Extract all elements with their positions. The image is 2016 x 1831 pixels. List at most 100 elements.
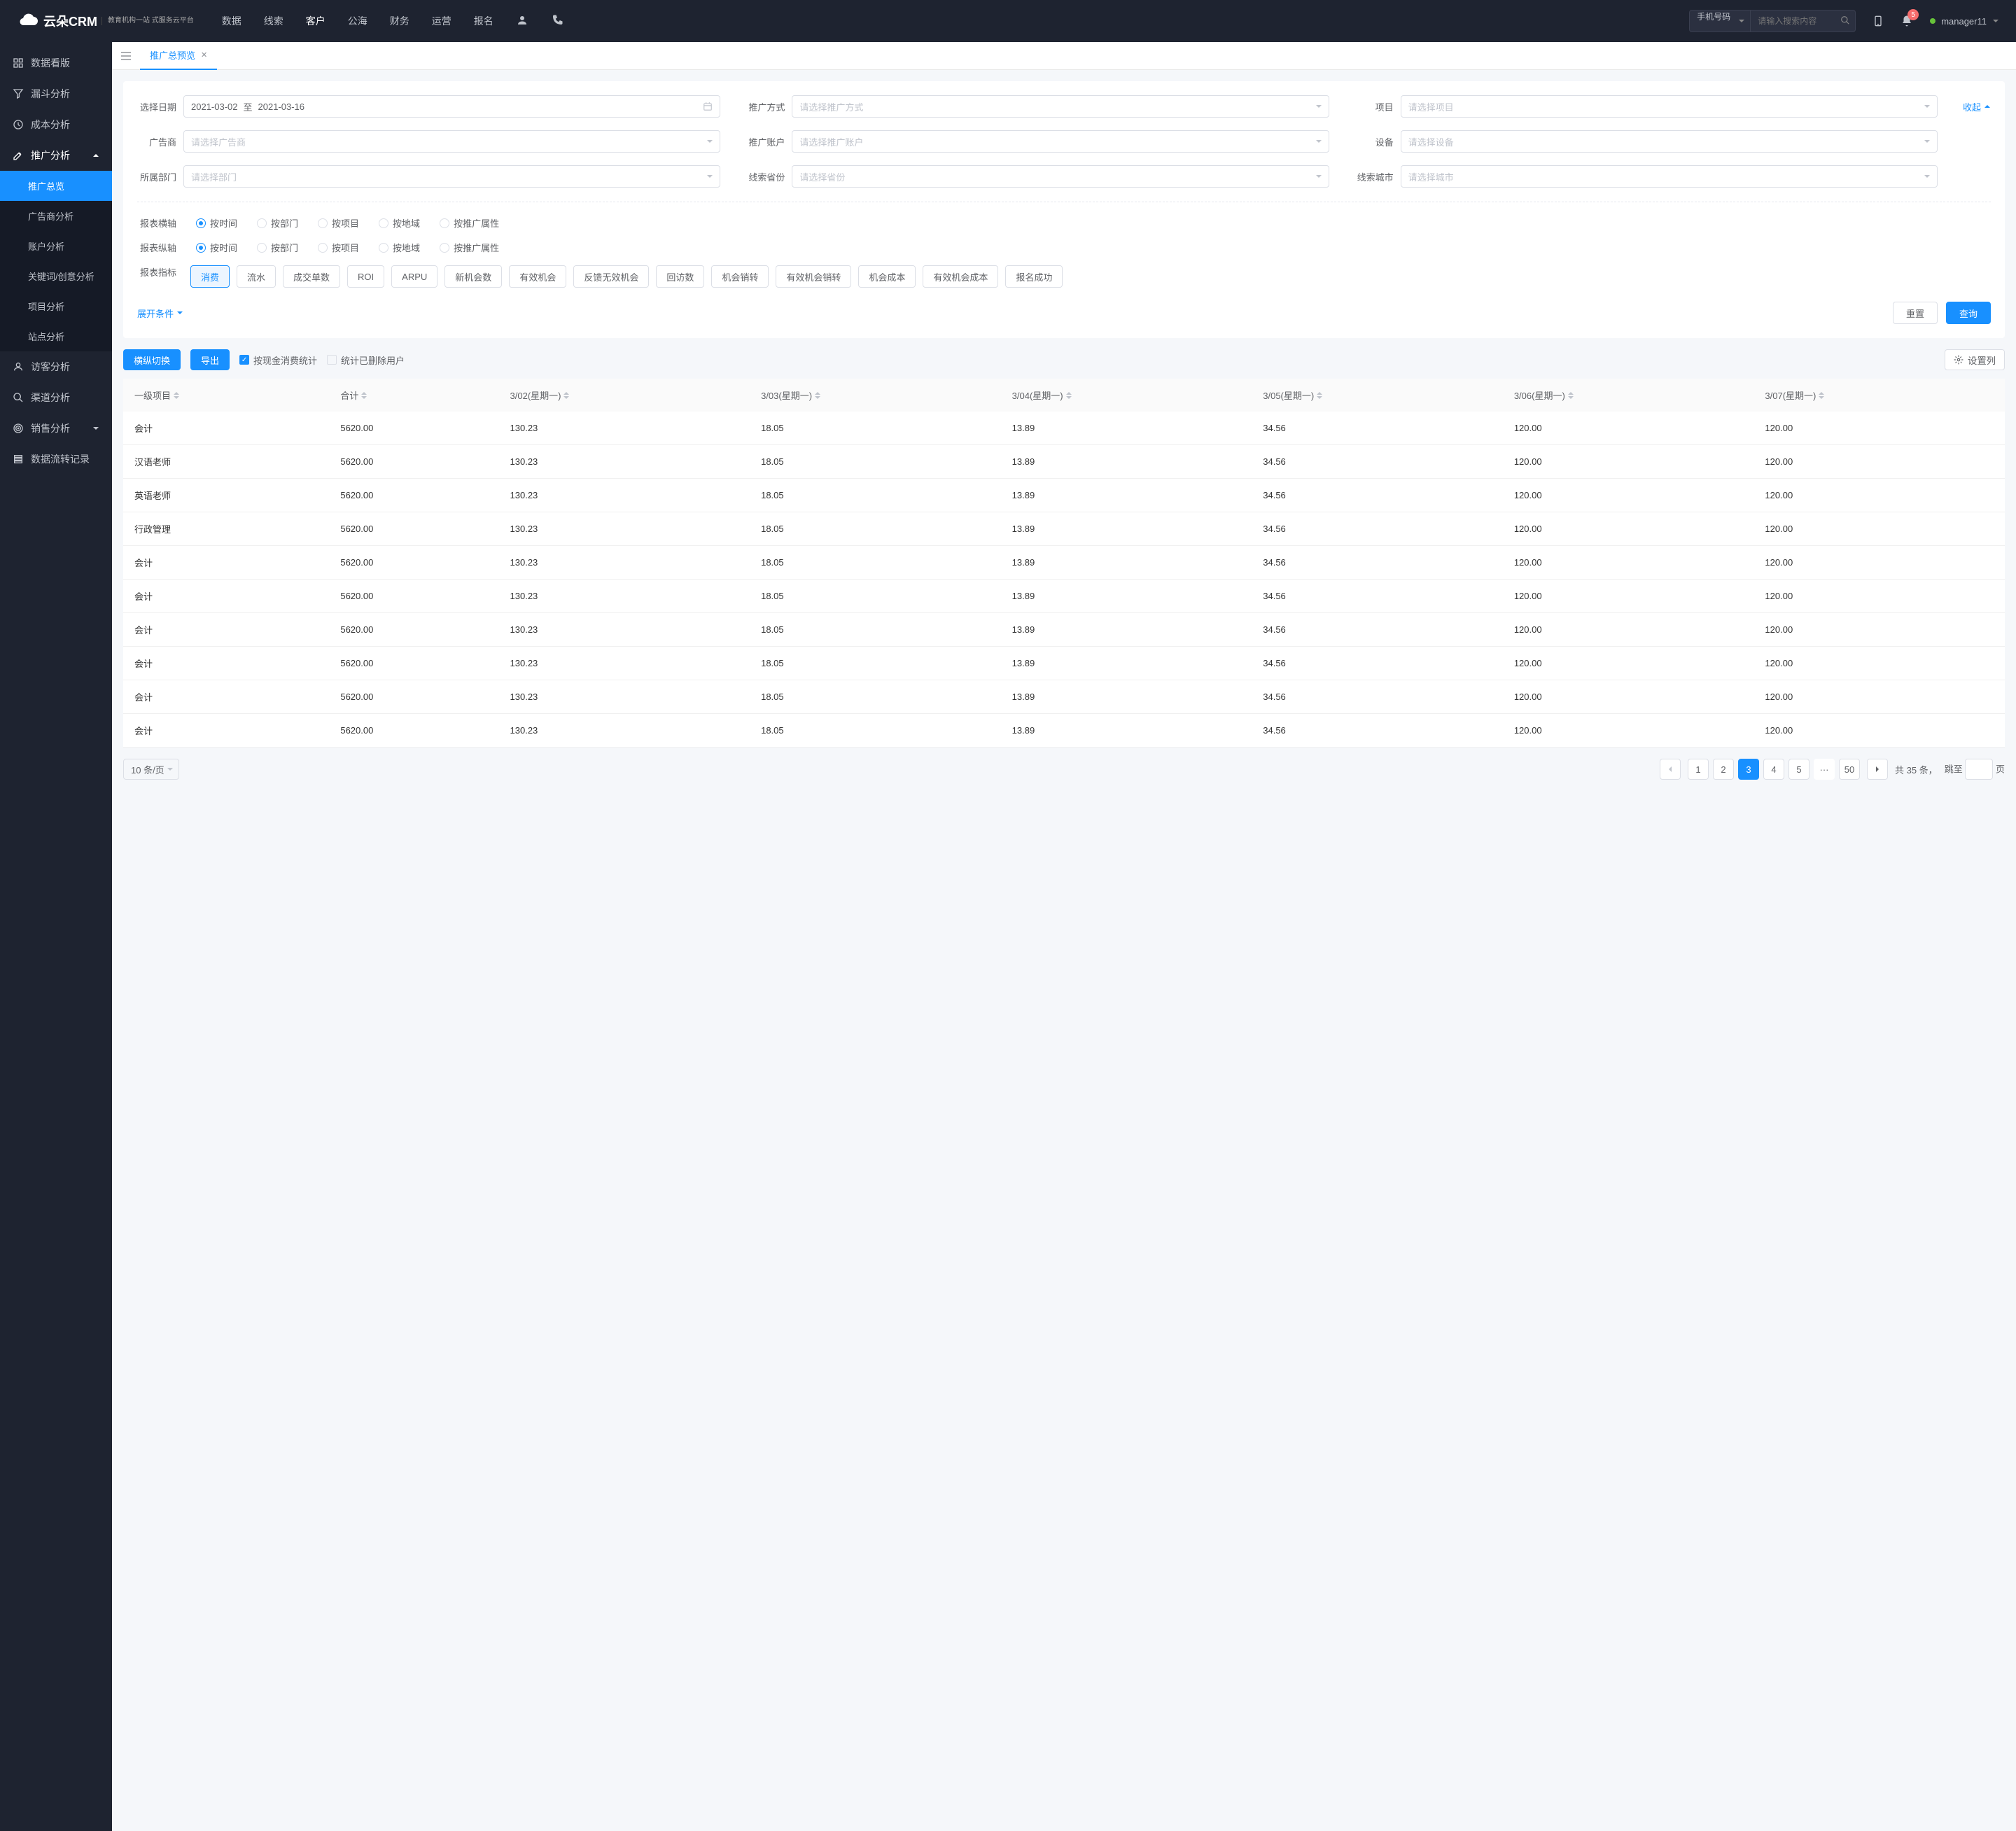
sidebar-group-7[interactable]: 数据流转记录 [0,444,112,475]
nav-data[interactable]: 数据 [222,14,241,28]
page-5[interactable]: 5 [1788,759,1809,780]
next-page-button[interactable] [1867,759,1888,780]
sidebar-item-3-0[interactable]: 推广总览 [0,171,112,201]
col-header-7[interactable]: 3/07(星期一) [1754,379,2005,412]
radio-按部门[interactable]: 按部门 [257,241,298,254]
sidebar-group-6[interactable]: 销售分析 [0,413,112,444]
nav-leads[interactable]: 线索 [264,14,284,28]
nav-signup[interactable]: 报名 [474,14,493,28]
metric-tag-8[interactable]: 回访数 [656,265,704,288]
radio-icon [196,243,206,253]
sidebar-item-3-2[interactable]: 账户分析 [0,231,112,261]
page-last[interactable]: 50 [1839,759,1860,780]
sidebar-item-3-1[interactable]: 广告商分析 [0,201,112,231]
phone-icon[interactable] [551,14,564,28]
metric-tag-5[interactable]: 新机会数 [444,265,502,288]
menu-icon[interactable] [120,51,132,61]
sidebar-item-3-4[interactable]: 项目分析 [0,291,112,321]
sidebar-group-3[interactable]: 推广分析 [0,140,112,171]
nav-pool[interactable]: 公海 [348,14,368,28]
metric-tag-6[interactable]: 有效机会 [509,265,566,288]
cash-checkbox[interactable]: 按现金消费统计 [239,353,317,367]
col-header-4[interactable]: 3/04(星期一) [1001,379,1252,412]
advertiser-select[interactable]: 请选择广告商 [183,130,720,153]
col-header-1[interactable]: 合计 [329,379,498,412]
dept-select[interactable]: 请选择部门 [183,165,720,188]
metric-tag-0[interactable]: 消费 [190,265,230,288]
page-1[interactable]: 1 [1688,759,1709,780]
export-button[interactable]: 导出 [190,349,230,370]
cell: 13.89 [1001,714,1252,748]
chevron-down-icon [1992,17,1999,24]
province-select[interactable]: 请选择省份 [792,165,1329,188]
sidebar-group-2[interactable]: 成本分析 [0,109,112,140]
page-3[interactable]: 3 [1738,759,1759,780]
sidebar-item-3-3[interactable]: 关键词/创意分析 [0,261,112,291]
search-type-select[interactable]: 手机号码 [1689,10,1751,32]
metric-tag-2[interactable]: 成交单数 [283,265,340,288]
nav-ops[interactable]: 运营 [432,14,451,28]
expand-conditions-link[interactable]: 展开条件 [137,307,183,320]
page-size-select[interactable]: 10 条/页 [123,759,179,780]
sidebar-item-3-5[interactable]: 站点分析 [0,321,112,351]
deleted-checkbox[interactable]: 统计已删除用户 [327,353,405,367]
reset-button[interactable]: 重置 [1893,302,1938,324]
radio-按部门[interactable]: 按部门 [257,216,298,230]
radio-按项目[interactable]: 按项目 [318,241,359,254]
date-range-input[interactable]: 2021-03-02 至 2021-03-16 [183,95,720,118]
col-header-0[interactable]: 一级项目 [123,379,329,412]
sidebar-group-4[interactable]: 访客分析 [0,351,112,382]
radio-按项目[interactable]: 按项目 [318,216,359,230]
city-select[interactable]: 请选择城市 [1401,165,1938,188]
metric-tag-1[interactable]: 流水 [237,265,276,288]
radio-按推广属性[interactable]: 按推广属性 [440,241,499,254]
mobile-icon[interactable] [1872,14,1884,28]
col-header-6[interactable]: 3/06(星期一) [1503,379,1754,412]
cell: 13.89 [1001,445,1252,479]
table-row: 会计5620.00130.2318.0513.8934.56120.00120.… [123,680,2005,714]
page-2[interactable]: 2 [1713,759,1734,780]
switch-axis-button[interactable]: 横纵切换 [123,349,181,370]
method-select[interactable]: 请选择推广方式 [792,95,1329,118]
close-icon[interactable]: ✕ [201,50,207,59]
radio-按时间[interactable]: 按时间 [196,216,237,230]
project-select[interactable]: 请选择项目 [1401,95,1938,118]
metric-tag-11[interactable]: 机会成本 [858,265,916,288]
checkbox-icon [239,355,249,365]
radio-按地域[interactable]: 按地域 [379,216,420,230]
sidebar-group-0[interactable]: 数据看版 [0,48,112,78]
metric-tag-4[interactable]: ARPU [391,265,438,288]
col-header-5[interactable]: 3/05(星期一) [1252,379,1503,412]
sidebar-group-1[interactable]: 漏斗分析 [0,78,112,109]
jump-page-input[interactable] [1965,759,1993,780]
settings-columns-button[interactable]: 设置列 [1945,349,2005,370]
page-4[interactable]: 4 [1763,759,1784,780]
col-header-2[interactable]: 3/02(星期一) [499,379,750,412]
radio-按时间[interactable]: 按时间 [196,241,237,254]
metric-tag-12[interactable]: 有效机会成本 [923,265,998,288]
radio-按地域[interactable]: 按地域 [379,241,420,254]
bell-icon[interactable]: 5 [1900,15,1913,27]
account-select[interactable]: 请选择推广账户 [792,130,1329,153]
device-select[interactable]: 请选择设备 [1401,130,1938,153]
metric-tag-9[interactable]: 机会销转 [711,265,769,288]
user-icon[interactable] [516,14,528,28]
tab-overview[interactable]: 推广总预览 ✕ [140,42,217,70]
user-menu[interactable]: manager11 [1930,16,1999,27]
cell: 18.05 [750,412,1001,445]
metric-tag-3[interactable]: ROI [347,265,384,288]
logo[interactable]: 云朵CRM 教育机构一站 式服务云平台 [17,10,194,32]
prev-page-button[interactable] [1660,759,1681,780]
col-header-3[interactable]: 3/03(星期一) [750,379,1001,412]
nav-customers[interactable]: 客户 [306,14,326,28]
metric-tag-13[interactable]: 报名成功 [1005,265,1063,288]
query-button[interactable]: 查询 [1946,302,1991,324]
collapse-link[interactable]: 收起 [1963,100,1991,113]
radio-按推广属性[interactable]: 按推广属性 [440,216,499,230]
metric-tag-7[interactable]: 反馈无效机会 [573,265,649,288]
metric-tag-10[interactable]: 有效机会销转 [776,265,851,288]
nav-finance[interactable]: 财务 [390,14,410,28]
table-row: 会计5620.00130.2318.0513.8934.56120.00120.… [123,613,2005,647]
sidebar-group-5[interactable]: 渠道分析 [0,382,112,413]
search-icon[interactable] [1840,15,1850,25]
